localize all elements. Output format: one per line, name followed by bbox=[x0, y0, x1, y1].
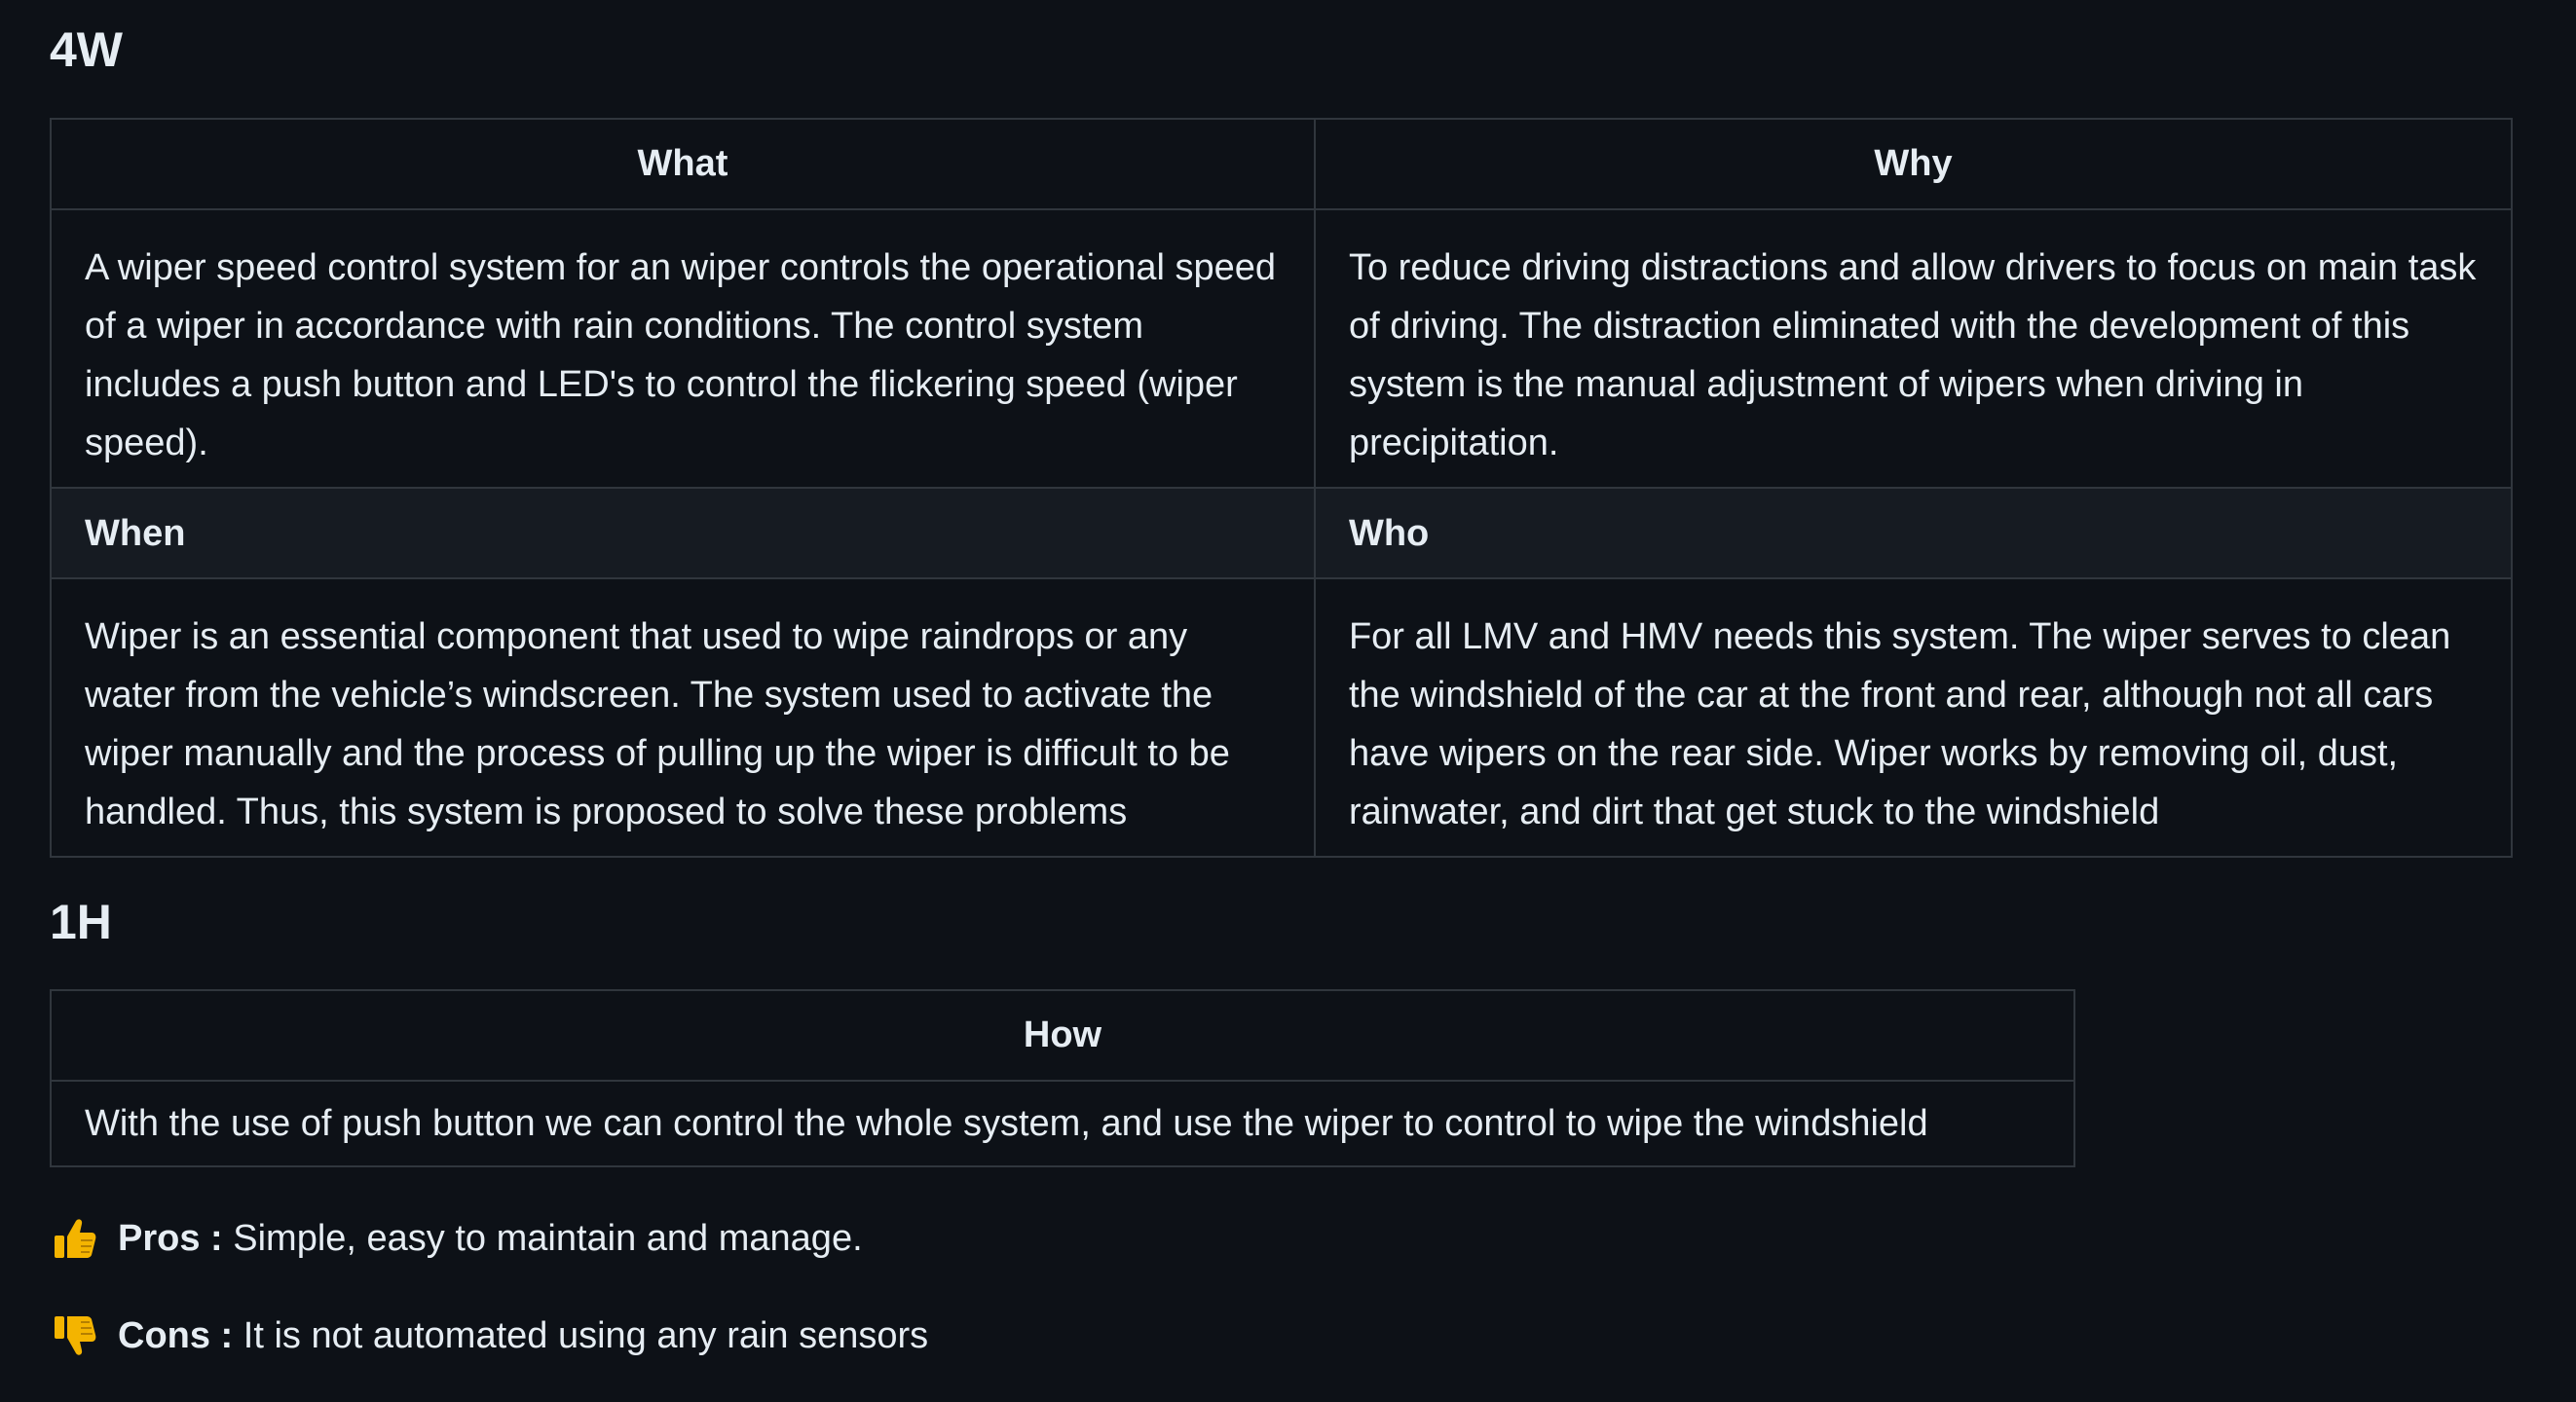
section-title-4w: 4W bbox=[50, 22, 123, 77]
cons-text: It is not automated using any rain senso… bbox=[233, 1314, 929, 1356]
table-header-row: What Why bbox=[50, 118, 2514, 210]
header-why: Why bbox=[1313, 118, 2514, 210]
cell-who-label: Who bbox=[1313, 487, 2514, 579]
table-row: When Who bbox=[50, 487, 2514, 579]
cell-who-text: For all LMV and HMV needs this system. T… bbox=[1313, 577, 2514, 858]
table-row: Wiper is an essential component that use… bbox=[50, 577, 2514, 858]
cell-why-text: To reduce driving distractions and allow… bbox=[1313, 208, 2514, 489]
table-1h: How With the use of push button we can c… bbox=[50, 989, 2075, 1167]
pros-label: Pros : bbox=[118, 1217, 223, 1259]
cell-when-label: When bbox=[50, 487, 1316, 579]
header-what: What bbox=[50, 118, 1316, 210]
markdown-page: 4W What Why A wiper speed control system… bbox=[0, 0, 2576, 1402]
table-header-row: How bbox=[50, 989, 2075, 1082]
thumbs-up-icon bbox=[52, 1215, 98, 1262]
cons-note: Cons : It is not automated using any rai… bbox=[52, 1312, 928, 1359]
cell-how-text: With the use of push button we can contr… bbox=[50, 1080, 2075, 1167]
pros-note: Pros : Simple, easy to maintain and mana… bbox=[52, 1215, 863, 1262]
table-row: With the use of push button we can contr… bbox=[50, 1080, 2075, 1167]
thumbs-down-icon bbox=[52, 1312, 98, 1359]
table-4w: What Why A wiper speed control system fo… bbox=[50, 118, 2514, 858]
section-title-1h: 1H bbox=[50, 895, 112, 949]
table-row: A wiper speed control system for an wipe… bbox=[50, 208, 2514, 489]
cell-when-text: Wiper is an essential component that use… bbox=[50, 577, 1316, 858]
cons-label: Cons : bbox=[118, 1314, 234, 1356]
header-how: How bbox=[50, 989, 2075, 1082]
pros-text: Simple, easy to maintain and manage. bbox=[222, 1217, 863, 1259]
cell-what-text: A wiper speed control system for an wipe… bbox=[50, 208, 1316, 489]
